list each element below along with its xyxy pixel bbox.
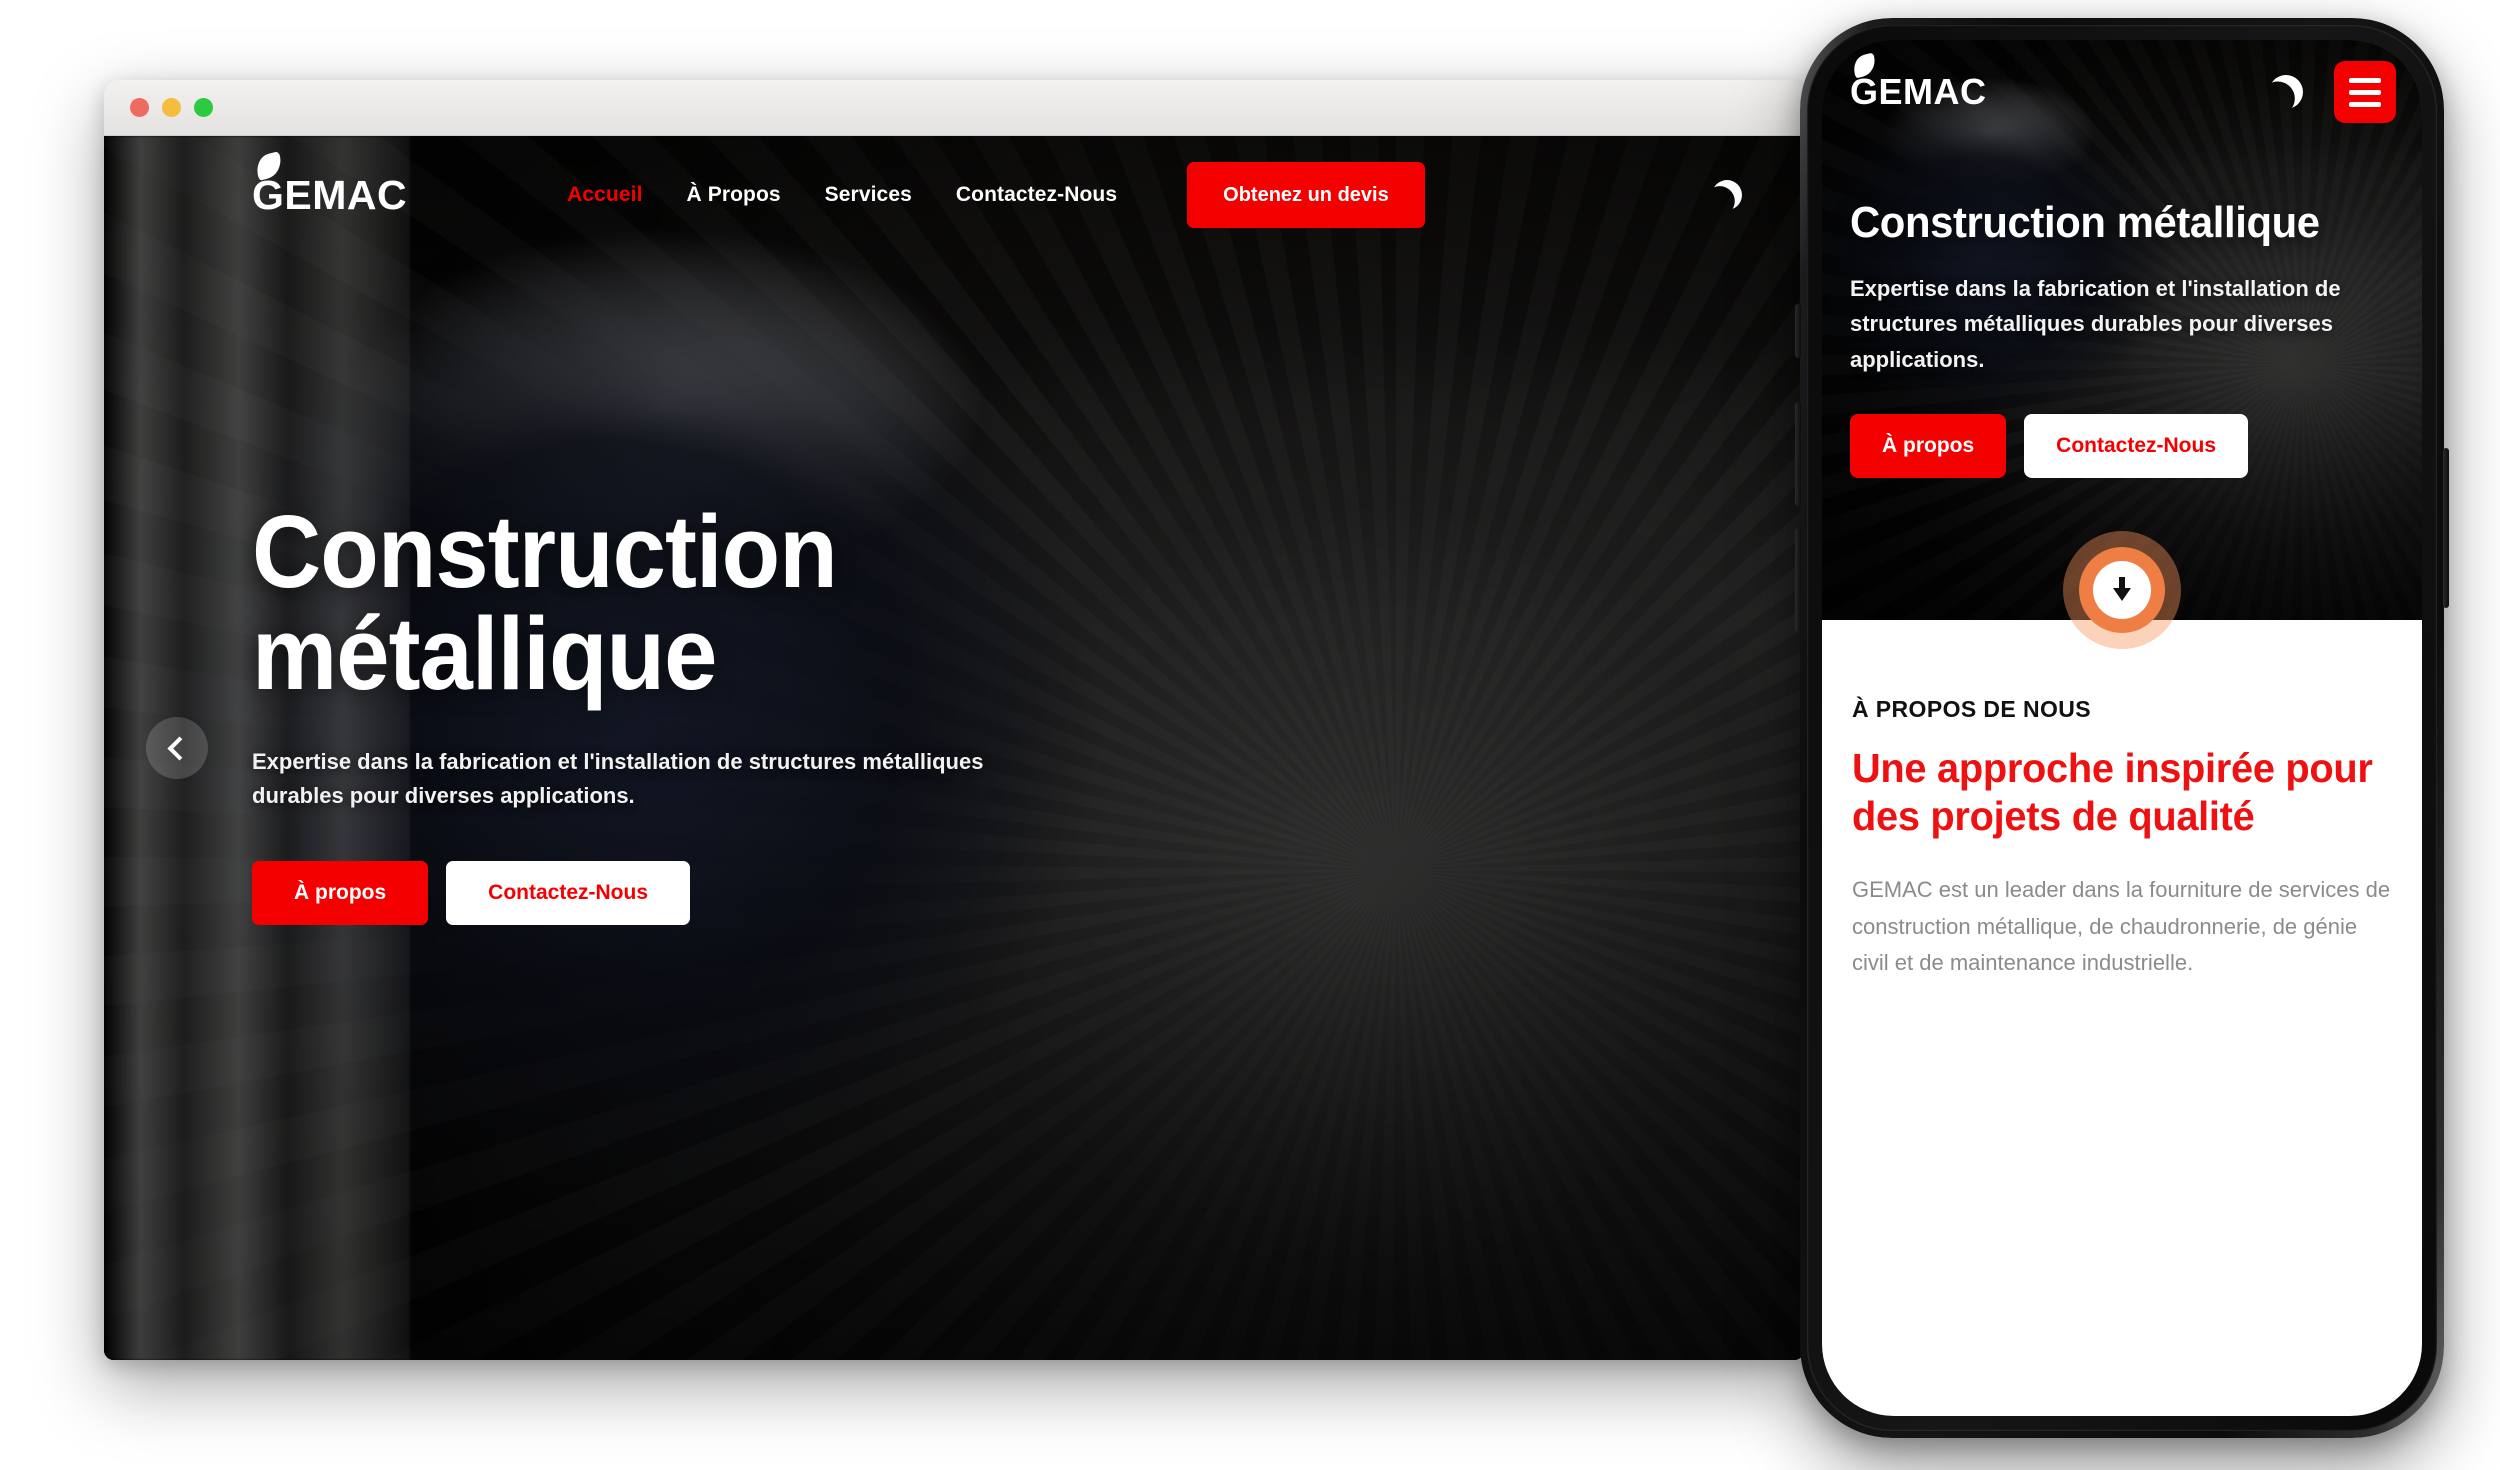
window-close-button[interactable] (130, 98, 149, 117)
scroll-down-ring (2079, 547, 2165, 633)
hero-action-buttons: À propos Contactez-Nous (252, 861, 1132, 926)
phone-menu-button[interactable] (2334, 61, 2396, 123)
phone-about-section: À PROPOS DE NOUS Une approche inspirée p… (1822, 620, 2422, 1416)
hero-about-button[interactable]: À propos (252, 861, 429, 926)
brand-logo-text: GEMAC (252, 171, 408, 218)
window-titlebar (104, 80, 1804, 136)
about-body-text: GEMAC est un leader dans la fourniture d… (1852, 877, 2391, 976)
about-title: Une approche inspirée pour des projets d… (1852, 745, 2373, 839)
phone-page-content: GEMAC Construction métallique Expertise … (1822, 40, 2422, 1416)
desktop-browser-window: GEMAC Accueil À Propos Services Contacte… (104, 80, 1804, 1360)
desktop-site-nav: GEMAC Accueil À Propos Services Contacte… (104, 136, 1804, 254)
hero-title-line-1: Construction (252, 493, 838, 609)
phone-volume-up-button[interactable] (1795, 402, 1801, 506)
get-quote-button[interactable]: Obtenez un devis (1187, 162, 1425, 228)
hero-title: Construction métallique (252, 500, 1070, 705)
phone-volume-down-button[interactable] (1795, 528, 1801, 632)
arrow-down-icon (2111, 577, 2133, 603)
phone-screen: GEMAC Construction métallique Expertise … (1822, 40, 2422, 1416)
desktop-hero-section: Construction métallique Expertise dans l… (252, 136, 1132, 1360)
moon-icon (2264, 70, 2308, 114)
phone-about-button[interactable]: À propos (1850, 413, 2007, 478)
theme-toggle-button[interactable] (1704, 172, 1750, 218)
nav-link-services[interactable]: Services (825, 183, 912, 207)
window-minimize-button[interactable] (162, 98, 181, 117)
desktop-viewport: GEMAC Accueil À Propos Services Contacte… (104, 136, 1804, 1360)
scroll-down-core (2093, 561, 2151, 619)
chevron-left-icon (167, 735, 192, 761)
phone-nav-actions (2264, 61, 2396, 123)
hero-subtitle: Expertise dans la fabrication et l'insta… (252, 748, 984, 808)
phone-hero-subtitle: Expertise dans la fabrication et l'insta… (1850, 275, 2341, 372)
desktop-nav-links: Accueil À Propos Services Contactez-Nous (567, 183, 1117, 207)
phone-silence-switch[interactable] (1795, 304, 1801, 358)
hamburger-line (2349, 101, 2381, 107)
carousel-prev-button[interactable] (146, 717, 208, 779)
moon-icon (1707, 175, 1746, 214)
brand-logo[interactable]: GEMAC (252, 150, 408, 218)
scroll-down-button[interactable] (2063, 531, 2181, 649)
nav-link-a-propos[interactable]: À Propos (687, 183, 781, 207)
phone-hero-body: Construction métallique Expertise dans l… (1850, 198, 2396, 478)
phone-theme-toggle-button[interactable] (2264, 70, 2308, 114)
about-eyebrow-label: À PROPOS DE NOUS (1852, 696, 2091, 722)
nav-link-contactez-nous[interactable]: Contactez-Nous (956, 183, 1117, 207)
phone-hero-action-buttons: À propos Contactez-Nous (1850, 413, 2396, 478)
hamburger-line (2349, 77, 2381, 83)
phone-hero-title: Construction métallique (1850, 198, 2320, 247)
phone-brand-logo-text: GEMAC (1850, 71, 1987, 112)
phone-power-button[interactable] (2443, 448, 2449, 608)
hero-title-line-2: métallique (252, 595, 717, 711)
hero-contact-button[interactable]: Contactez-Nous (446, 861, 691, 926)
window-zoom-button[interactable] (194, 98, 213, 117)
phone-site-nav: GEMAC (1822, 40, 2422, 144)
phone-contact-button[interactable]: Contactez-Nous (2024, 413, 2249, 478)
phone-brand-logo[interactable]: GEMAC (1850, 52, 1987, 112)
nav-link-accueil[interactable]: Accueil (567, 183, 642, 207)
phone-mockup: GEMAC Construction métallique Expertise … (1795, 18, 2449, 1438)
hamburger-line (2349, 89, 2381, 95)
